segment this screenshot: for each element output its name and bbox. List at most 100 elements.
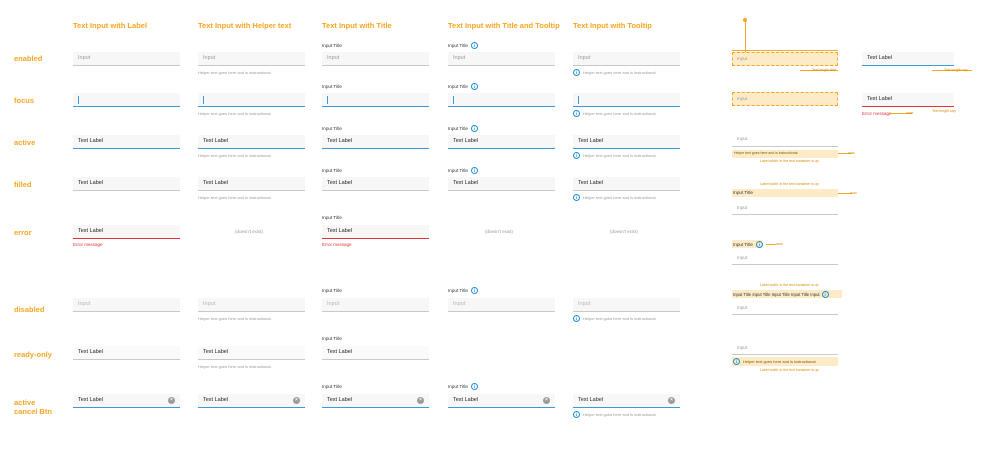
spec-limit-note: Label width: in the text container is up bbox=[760, 283, 819, 287]
spec-auto-note: auto bbox=[848, 151, 855, 155]
tooltip-focus-input[interactable] bbox=[573, 93, 680, 107]
helper-text: Helper text goes here and is instruction… bbox=[198, 195, 272, 200]
helper-readonly-input: Text Label bbox=[198, 346, 305, 360]
column-header-tooltip: Text Input with Tooltip bbox=[573, 21, 652, 30]
title-readonly-input: Text Label bbox=[322, 346, 429, 360]
helper-text: Helper text goes here and is instruction… bbox=[198, 153, 272, 158]
tooltip-error-not-exist: (doesn't exist) bbox=[610, 229, 638, 234]
clear-circle-icon[interactable]: × bbox=[293, 397, 300, 404]
column-header-label: Text Input with Label bbox=[73, 21, 148, 30]
label-error-message: Error message bbox=[73, 242, 103, 247]
row-header-filled: filled bbox=[14, 180, 32, 189]
label-filled-input[interactable]: Text Label bbox=[73, 177, 180, 191]
tooltip-helper: i Helper text goes here and is instructio… bbox=[573, 69, 657, 76]
info-circle-icon[interactable]: i bbox=[573, 194, 580, 201]
label-focus-input[interactable] bbox=[73, 93, 180, 107]
clear-circle-icon[interactable]: × bbox=[417, 397, 424, 404]
info-circle-icon[interactable]: i bbox=[470, 42, 478, 49]
clear-circle-icon[interactable]: × bbox=[668, 397, 675, 404]
label-disabled-input: Input bbox=[73, 298, 180, 312]
title-error-input[interactable]: Text Label bbox=[322, 225, 429, 239]
spec-dot bbox=[743, 18, 747, 22]
title-tooltip-filled-input[interactable]: Text Label bbox=[448, 177, 555, 191]
label-readonly-input: Text Label bbox=[73, 346, 180, 360]
title-tooltip-active-cancel-input[interactable]: Text Label × bbox=[448, 394, 555, 408]
info-circle-icon[interactable]: i bbox=[573, 315, 580, 322]
spec-placeholder: Input bbox=[737, 305, 748, 310]
spec-auto-note: auto bbox=[776, 242, 783, 246]
title-tooltip-focus-input[interactable] bbox=[448, 93, 555, 107]
info-circle-icon: i bbox=[733, 358, 740, 365]
title-enabled-input[interactable]: Input bbox=[322, 52, 429, 66]
spec-placeholder: Input bbox=[737, 136, 748, 141]
label-active-cancel-input[interactable]: Text Label × bbox=[73, 394, 180, 408]
helper-text: Helper text goes here and is instruction… bbox=[198, 316, 272, 321]
helper-active-cancel-input[interactable]: Text Label × bbox=[198, 394, 305, 408]
info-circle-icon[interactable]: i bbox=[470, 287, 478, 294]
column-header-title-tooltip: Text Input with Title and Tooltip bbox=[448, 21, 560, 30]
tooltip-enabled-input[interactable]: Input bbox=[573, 52, 680, 66]
spec-width-line bbox=[732, 50, 838, 51]
spec-input-title-tooltip: Input Title i bbox=[733, 241, 763, 248]
tooltip-helper: i Helper text goes here and is instructio… bbox=[573, 411, 657, 418]
input-title: Input Title bbox=[322, 288, 342, 293]
helper-enabled-input[interactable]: Input bbox=[198, 52, 305, 66]
spec-placeholder: Input bbox=[737, 345, 748, 350]
label-error-input[interactable]: Text Label bbox=[73, 225, 180, 239]
input-title: Input Title bbox=[322, 126, 342, 131]
spec-height-line bbox=[745, 20, 746, 52]
tooltip-helper: i Helper text goes here and is instructio… bbox=[573, 152, 657, 159]
input-title-with-tooltip: Input Title i bbox=[448, 83, 478, 90]
title-filled-input[interactable]: Text Label bbox=[322, 177, 429, 191]
title-active-cancel-input[interactable]: Text Label × bbox=[322, 394, 429, 408]
spec-placeholder: Input bbox=[737, 56, 748, 61]
input-title-with-tooltip: Input Title i bbox=[448, 383, 478, 390]
row-header-active-cancel: active cancel Btn bbox=[14, 398, 52, 416]
helper-active-input[interactable]: Text Label bbox=[198, 135, 305, 149]
info-circle-icon[interactable]: i bbox=[470, 125, 478, 132]
helper-focus-input[interactable] bbox=[198, 93, 305, 107]
tooltip-active-cancel-input[interactable]: Text Label × bbox=[573, 394, 680, 408]
info-circle-icon[interactable]: i bbox=[573, 69, 580, 76]
input-title: Input Title bbox=[322, 336, 342, 341]
row-header-focus: focus bbox=[14, 96, 35, 105]
spec-limit-note: Label width: in the text container is up bbox=[760, 182, 819, 186]
spec-placeholder: Input bbox=[737, 205, 748, 210]
info-circle-icon[interactable]: i bbox=[470, 383, 478, 390]
info-circle-icon[interactable]: i bbox=[573, 110, 580, 117]
spec-placeholder: Input bbox=[737, 255, 748, 260]
title-tooltip-error-not-exist: (doesn't exist) bbox=[485, 229, 513, 234]
info-circle-icon[interactable]: i bbox=[470, 167, 478, 174]
title-tooltip-active-input[interactable]: Text Label bbox=[448, 135, 555, 149]
title-active-input[interactable]: Text Label bbox=[322, 135, 429, 149]
info-circle-icon[interactable]: i bbox=[470, 83, 478, 90]
label-active-input[interactable]: Text Label bbox=[73, 135, 180, 149]
input-title-with-tooltip: Input Title i bbox=[448, 167, 478, 174]
spec-tooltip-helper: i Helper text goes here and is instructio… bbox=[733, 358, 817, 365]
spec-underline bbox=[732, 146, 838, 147]
row-header-enabled: enabled bbox=[14, 54, 43, 63]
spec-inset-note: inset bbox=[906, 111, 914, 115]
tooltip-filled-input[interactable]: Text Label bbox=[573, 177, 680, 191]
tooltip-active-input[interactable]: Text Label bbox=[573, 135, 680, 149]
tooltip-helper: i Helper text goes here and is instructio… bbox=[573, 315, 657, 322]
input-title: Input Title bbox=[322, 384, 342, 389]
input-title: Input Title bbox=[322, 43, 342, 48]
title-error-message: Error message bbox=[322, 242, 352, 247]
tooltip-helper: i Helper text goes here and is instructio… bbox=[573, 110, 657, 117]
helper-error-not-exist: (doesn't exist) bbox=[235, 229, 263, 234]
info-circle-icon[interactable]: i bbox=[573, 411, 580, 418]
clear-circle-icon[interactable]: × bbox=[543, 397, 550, 404]
spec-input-box bbox=[732, 52, 838, 66]
helper-text: Helper text goes here and is instruction… bbox=[198, 364, 272, 369]
spec-input-title: Input Title bbox=[733, 190, 753, 195]
spec-underline bbox=[732, 264, 838, 265]
label-enabled-input[interactable]: Input bbox=[73, 52, 180, 66]
title-focus-input[interactable] bbox=[322, 93, 429, 107]
spec-long-title: Input Title Input Title Input Title Inpu… bbox=[733, 291, 829, 298]
clear-circle-icon[interactable]: × bbox=[168, 397, 175, 404]
row-header-disabled: disabled bbox=[14, 305, 45, 314]
helper-filled-input[interactable]: Text Label bbox=[198, 177, 305, 191]
info-circle-icon[interactable]: i bbox=[573, 152, 580, 159]
title-tooltip-enabled-input[interactable]: Input bbox=[448, 52, 555, 66]
